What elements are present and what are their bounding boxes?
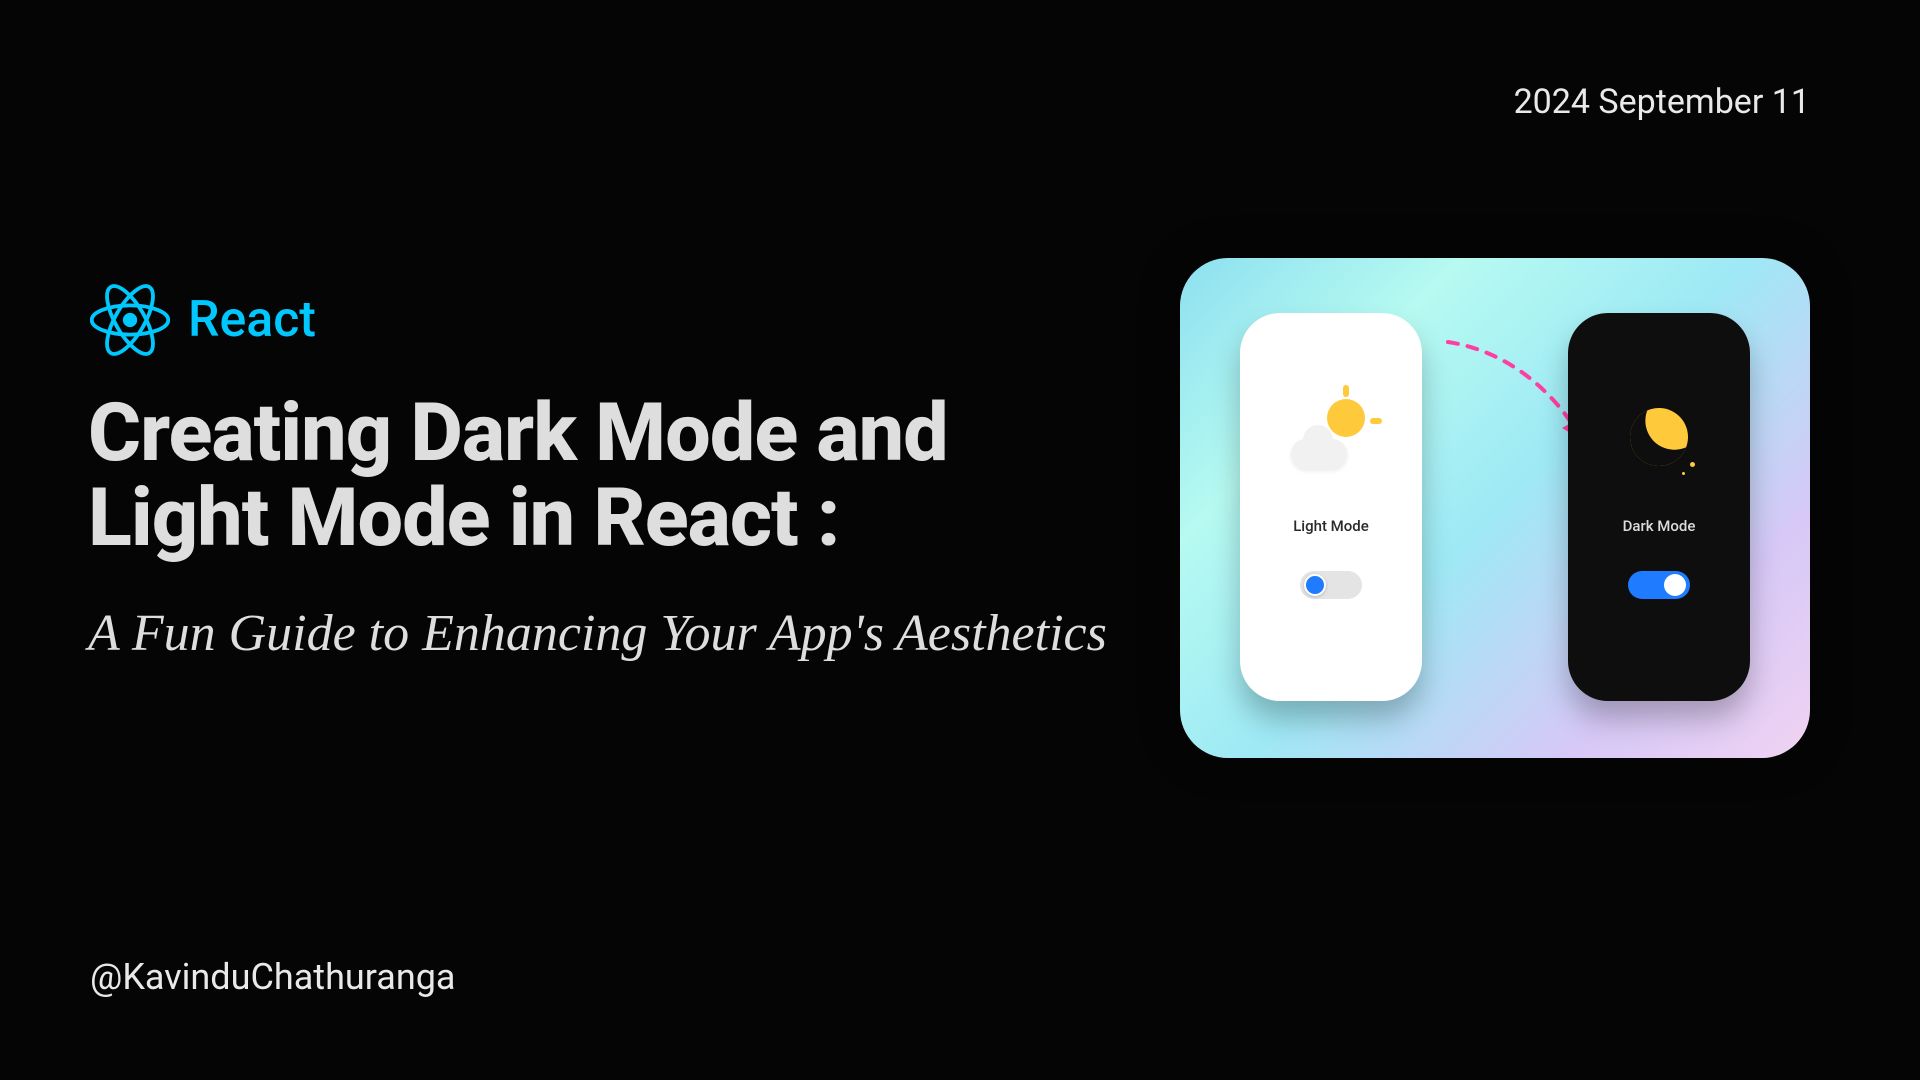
theme-illustration: Light Mode Dark Mode [1180,258,1810,758]
react-label: React [188,291,316,349]
article-title: Creating Dark Mode and Light Mode in Rea… [88,390,1108,560]
light-mode-toggle [1300,571,1362,599]
react-logo-icon [90,280,170,360]
dark-mode-toggle [1628,571,1690,599]
publish-date: 2024 September 11 [1514,82,1810,122]
sun-cloud-icon [1297,403,1365,471]
dark-mode-label: Dark Mode [1623,517,1696,535]
light-mode-label: Light Mode [1293,517,1369,535]
phone-dark-mockup: Dark Mode [1568,313,1750,701]
moon-icon [1625,403,1693,471]
author-handle: @KavinduChathuranga [90,956,456,998]
article-subtitle: A Fun Guide to Enhancing Your App's Aest… [88,600,1108,668]
phone-light-mockup: Light Mode [1240,313,1422,701]
react-brand: React [90,280,316,360]
